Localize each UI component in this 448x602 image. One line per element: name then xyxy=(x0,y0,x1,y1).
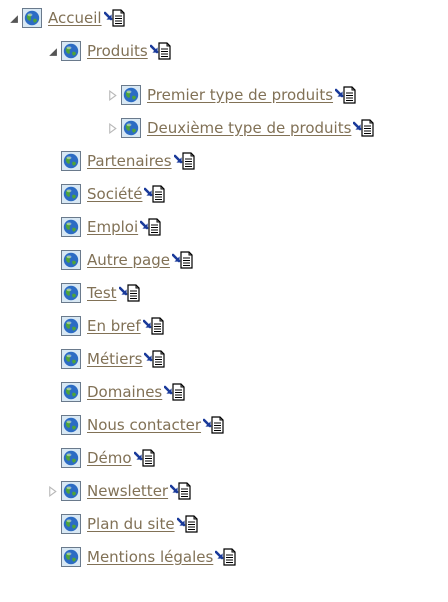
tree-arrow-placeholder xyxy=(44,153,60,169)
tree-node-test: Test xyxy=(44,278,141,308)
tree-node-autre-page: Autre page xyxy=(44,245,194,275)
document-link-icon[interactable] xyxy=(150,41,172,61)
document-link-icon[interactable] xyxy=(215,547,237,567)
tree-arrow-placeholder xyxy=(44,219,60,235)
triangle-collapsed-icon[interactable] xyxy=(44,483,60,499)
tree-link-metiers[interactable]: Métiers xyxy=(87,350,142,368)
tree-arrow-placeholder xyxy=(44,351,60,367)
tree-link-deuxieme-type-de-produits[interactable]: Deuxième type de produits xyxy=(147,119,351,137)
globe-icon xyxy=(61,41,81,61)
document-link-icon[interactable] xyxy=(134,448,156,468)
tree-arrow-placeholder xyxy=(44,252,60,268)
document-link-icon[interactable] xyxy=(144,349,166,369)
document-link-icon[interactable] xyxy=(353,118,375,138)
globe-icon xyxy=(61,382,81,402)
tree-node-plan-du-site: Plan du site xyxy=(44,509,199,539)
tree-node-nous-contacter: Nous contacter xyxy=(44,410,225,440)
tree-link-domaines[interactable]: Domaines xyxy=(87,383,162,401)
tree-arrow-placeholder xyxy=(44,384,60,400)
document-link-icon[interactable] xyxy=(172,250,194,270)
triangle-collapsed-icon xyxy=(108,89,117,101)
tree-arrow-placeholder xyxy=(44,417,60,433)
triangle-collapsed-icon xyxy=(108,122,117,134)
tree-link-nous-contacter[interactable]: Nous contacter xyxy=(87,416,201,434)
document-link-icon[interactable] xyxy=(164,382,186,402)
tree-link-accueil[interactable]: Accueil xyxy=(48,9,102,27)
tree-link-emploi[interactable]: Emploi xyxy=(87,218,138,236)
tree-link-premier-type-de-produits[interactable]: Premier type de produits xyxy=(147,86,333,104)
tree-link-test[interactable]: Test xyxy=(87,284,117,302)
triangle-collapsed-icon[interactable] xyxy=(104,120,120,136)
tree-arrow-placeholder xyxy=(44,186,60,202)
globe-icon xyxy=(61,217,81,237)
tree-arrow-placeholder xyxy=(44,318,60,334)
tree-node-societe: Société xyxy=(44,179,166,209)
triangle-expanded-icon xyxy=(9,14,18,23)
globe-icon xyxy=(61,448,81,468)
site-tree: Accueil Produits Premier type de produit… xyxy=(0,0,448,602)
tree-node-newsletter: Newsletter xyxy=(44,476,192,506)
triangle-expanded-icon[interactable] xyxy=(5,10,21,26)
globe-icon xyxy=(61,250,81,270)
triangle-collapsed-icon xyxy=(48,485,57,497)
globe-icon xyxy=(61,415,81,435)
tree-node-produits: Produits xyxy=(44,36,172,66)
tree-link-newsletter[interactable]: Newsletter xyxy=(87,482,168,500)
tree-node-demo: Démo xyxy=(44,443,156,473)
document-link-icon[interactable] xyxy=(203,415,225,435)
tree-link-demo[interactable]: Démo xyxy=(87,449,132,467)
triangle-expanded-icon[interactable] xyxy=(44,43,60,59)
tree-arrow-placeholder xyxy=(44,516,60,532)
document-link-icon[interactable] xyxy=(119,283,141,303)
tree-node-mentions-legales: Mentions légales xyxy=(44,542,237,572)
document-link-icon[interactable] xyxy=(104,8,126,28)
tree-arrow-placeholder xyxy=(44,285,60,301)
tree-node-metiers: Métiers xyxy=(44,344,166,374)
globe-icon xyxy=(22,8,42,28)
globe-icon xyxy=(61,283,81,303)
globe-icon xyxy=(61,184,81,204)
globe-icon xyxy=(121,118,141,138)
document-link-icon[interactable] xyxy=(174,151,196,171)
triangle-collapsed-icon[interactable] xyxy=(104,87,120,103)
triangle-expanded-icon xyxy=(48,47,57,56)
globe-icon xyxy=(121,85,141,105)
tree-link-mentions-legales[interactable]: Mentions légales xyxy=(87,548,213,566)
document-link-icon[interactable] xyxy=(143,316,165,336)
tree-node-accueil: Accueil xyxy=(5,3,126,33)
tree-link-plan-du-site[interactable]: Plan du site xyxy=(87,515,175,533)
tree-node-domaines: Domaines xyxy=(44,377,186,407)
tree-link-societe[interactable]: Société xyxy=(87,185,142,203)
document-link-icon[interactable] xyxy=(170,481,192,501)
globe-icon xyxy=(61,481,81,501)
tree-link-partenaires[interactable]: Partenaires xyxy=(87,152,172,170)
tree-node-premier-type-de-produits: Premier type de produits xyxy=(104,80,357,110)
globe-icon xyxy=(61,316,81,336)
tree-node-emploi: Emploi xyxy=(44,212,162,242)
tree-node-deuxieme-type-de-produits: Deuxième type de produits xyxy=(104,113,375,143)
tree-arrow-placeholder xyxy=(44,549,60,565)
document-link-icon[interactable] xyxy=(144,184,166,204)
globe-icon xyxy=(61,547,81,567)
tree-link-produits[interactable]: Produits xyxy=(87,42,148,60)
document-link-icon[interactable] xyxy=(140,217,162,237)
tree-link-autre-page[interactable]: Autre page xyxy=(87,251,170,269)
tree-node-en-bref: En bref xyxy=(44,311,165,341)
document-link-icon[interactable] xyxy=(335,85,357,105)
tree-node-partenaires: Partenaires xyxy=(44,146,196,176)
document-link-icon[interactable] xyxy=(177,514,199,534)
globe-icon xyxy=(61,349,81,369)
tree-link-en-bref[interactable]: En bref xyxy=(87,317,141,335)
globe-icon xyxy=(61,514,81,534)
globe-icon xyxy=(61,151,81,171)
tree-arrow-placeholder xyxy=(44,450,60,466)
